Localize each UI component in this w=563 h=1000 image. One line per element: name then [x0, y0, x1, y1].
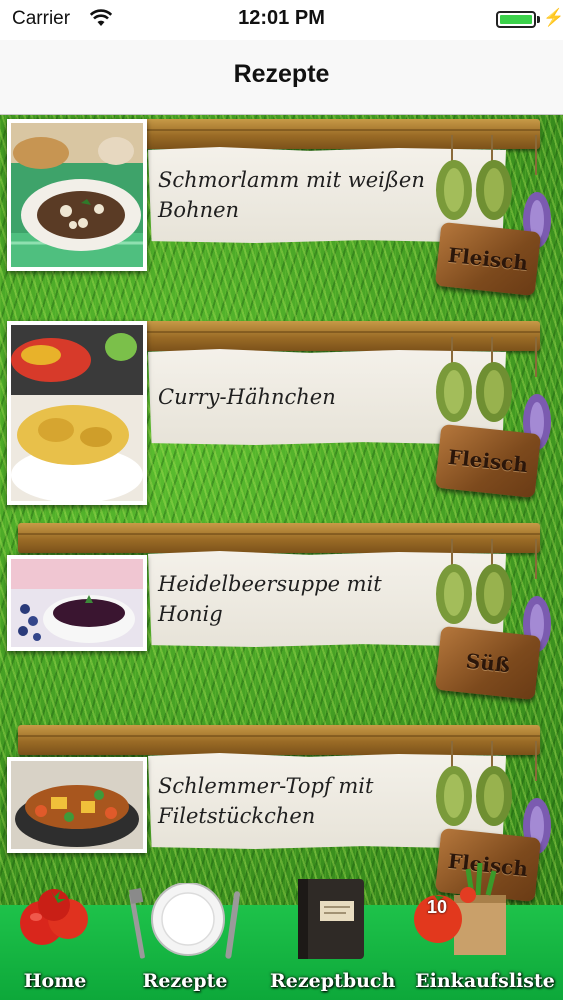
- recipe-photo: [7, 321, 147, 505]
- recipe-title: Schlemmer-Topf mit Filetstückchen: [158, 774, 374, 828]
- recipe-row[interactable]: Curry-Hähnchen Fleisch: [0, 317, 563, 517]
- tab-einkaufsliste[interactable]: 10 Einkaufsliste: [410, 862, 560, 1000]
- status-bar: Carrier 12:01 PM ⚡: [0, 0, 563, 40]
- tab-label: Home: [23, 970, 87, 992]
- battery-icon: [496, 11, 536, 28]
- tab-rezepte[interactable]: Rezepte: [120, 883, 250, 1000]
- category-tag: Fleisch: [434, 423, 542, 499]
- charging-icon: ⚡: [543, 8, 563, 27]
- tomato-icon: [20, 889, 88, 945]
- recipe-title: Schmorlamm mit weißen Bohnen: [158, 168, 425, 222]
- category-tag: Süß: [434, 625, 542, 701]
- tab-label: Rezeptbuch: [270, 970, 396, 992]
- navigation-bar: Rezepte: [0, 40, 563, 115]
- tab-home[interactable]: Home: [0, 889, 110, 1000]
- tab-bar: Home Rezepte Rezeptbuch 10 Einkaufsliste: [0, 862, 563, 1000]
- recipe-photo: [7, 119, 147, 271]
- category-label: Fleisch: [446, 242, 530, 276]
- tab-rezeptbuch[interactable]: Rezeptbuch: [270, 879, 396, 1000]
- battery-tip: [537, 16, 540, 23]
- clock: 12:01 PM: [238, 7, 325, 29]
- recipe-photo: [7, 757, 147, 853]
- page-title: Rezepte: [233, 60, 330, 88]
- cart-badge: 10: [426, 897, 448, 917]
- category-label: Fleisch: [446, 444, 530, 478]
- recipe-row[interactable]: Heidelbeersuppe mit Honig Süß: [0, 519, 563, 719]
- recipe-list[interactable]: Schmorlamm mit weißen Bohnen Fleisch Cur…: [0, 115, 563, 905]
- recipe-title: Heidelbeersuppe mit Honig: [158, 572, 382, 626]
- tab-label: Rezepte: [142, 970, 228, 992]
- plate-cutlery-icon: [129, 883, 241, 959]
- recipe-photo: [7, 555, 147, 651]
- tab-label: Einkaufsliste: [415, 970, 555, 992]
- category-label: Süß: [464, 648, 512, 678]
- recipe-title: Curry-Hähnchen: [158, 385, 336, 409]
- category-tag: Fleisch: [434, 221, 542, 297]
- book-icon: [298, 879, 364, 959]
- recipe-row[interactable]: Schmorlamm mit weißen Bohnen Fleisch: [0, 115, 563, 315]
